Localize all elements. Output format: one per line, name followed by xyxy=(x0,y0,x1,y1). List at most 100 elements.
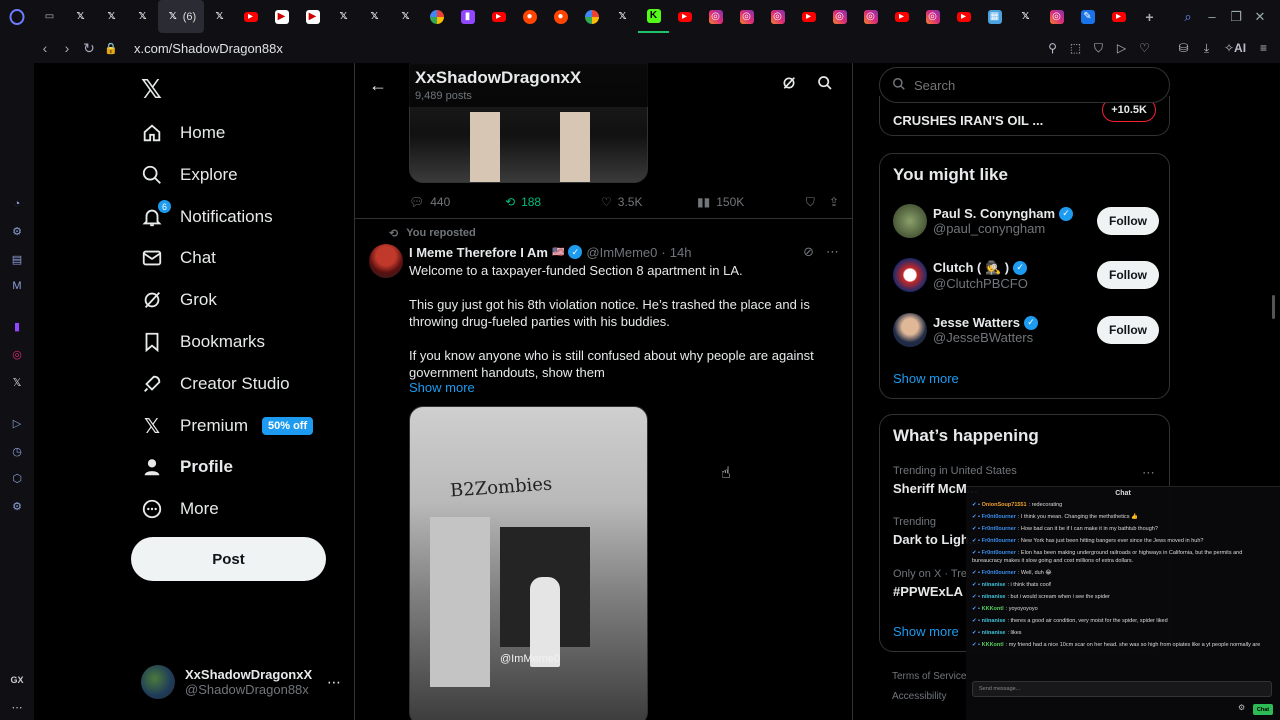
ai-icon[interactable]: ✧AI xyxy=(1221,41,1249,55)
chat-username[interactable]: OnionSoup71551 xyxy=(982,502,1027,508)
back-icon[interactable]: ‹ xyxy=(34,40,56,56)
forward-icon[interactable]: › xyxy=(56,40,78,56)
snapshot-icon[interactable]: ⬚ xyxy=(1067,41,1084,55)
tab-youtube[interactable]: ▸ xyxy=(948,0,979,33)
tab-youtube[interactable]: ▸ xyxy=(483,0,514,33)
nav-home[interactable]: Home xyxy=(140,116,225,150)
pin-icon[interactable]: ⚲ xyxy=(1044,41,1061,55)
tab-kick[interactable]: K xyxy=(638,0,669,33)
tab-x[interactable]: 𝕏 xyxy=(65,0,96,33)
heart-icon[interactable]: ♡ xyxy=(1136,41,1153,55)
maximize-icon[interactable]: ❐ xyxy=(1224,9,1248,25)
tab-gamepad[interactable]: ▭ xyxy=(34,0,65,33)
author-handle[interactable]: @ImMeme0 xyxy=(586,245,657,260)
grok-icon[interactable]: ⊘ xyxy=(803,244,814,260)
tab-instagram[interactable]: ◎ xyxy=(731,0,762,33)
tab-image[interactable]: ▦ xyxy=(979,0,1010,33)
chat-username[interactable]: Fr0nt0ourner xyxy=(982,570,1016,576)
close-icon[interactable]: ✕ xyxy=(1248,9,1272,25)
tab-instagram[interactable]: ◎ xyxy=(1041,0,1072,33)
trend-title[interactable]: CRUSHES IRAN'S OIL ... xyxy=(893,113,1043,128)
show-more-link[interactable]: Show more xyxy=(893,624,959,639)
like-button[interactable]: ♡ 3.5K xyxy=(601,195,697,209)
tab-play[interactable]: ▶ xyxy=(266,0,297,33)
footer-link-terms[interactable]: Terms of Service xyxy=(892,671,966,682)
twitch-icon[interactable]: ▮ xyxy=(9,318,25,334)
history-icon[interactable]: ◷ xyxy=(9,443,25,459)
page-scrollbar[interactable] xyxy=(1272,295,1275,319)
gx-icon[interactable]: GX xyxy=(9,672,25,688)
tab-x[interactable]: 𝕏 xyxy=(390,0,421,33)
tab-google[interactable] xyxy=(576,0,607,33)
views-button[interactable]: ▮▮ 150K xyxy=(697,195,793,209)
chat-username[interactable]: Fr0nt0ourner xyxy=(982,550,1016,556)
chat-username[interactable]: Fr0nt0ourner xyxy=(982,526,1016,532)
tab-youtube[interactable]: ▸ xyxy=(669,0,700,33)
repost-button[interactable]: ⟲ 188 xyxy=(505,195,601,209)
tab-play[interactable]: ▶ xyxy=(297,0,328,33)
notes-icon[interactable]: ▤ xyxy=(9,251,25,267)
show-more-link[interactable]: Show more xyxy=(409,380,475,395)
tab-youtube[interactable]: ▸ xyxy=(1103,0,1134,33)
tab-twitch[interactable]: ▮ xyxy=(452,0,483,33)
search-box[interactable] xyxy=(879,67,1170,103)
x-logo-icon[interactable]: 𝕏 xyxy=(141,74,162,105)
player-icon[interactable]: ▷ xyxy=(9,415,25,431)
settings-icon[interactable]: ⚙ xyxy=(9,498,25,514)
tab-reddit[interactable]: ● xyxy=(514,0,545,33)
trend-title[interactable]: Sheriff McM... xyxy=(893,481,978,496)
nav-profile[interactable]: Profile xyxy=(140,450,233,484)
nav-creator-studio[interactable]: Creator Studio xyxy=(140,367,290,401)
nav-premium[interactable]: 𝕏 Premium 50% off xyxy=(140,409,314,443)
chat-username[interactable]: Fr0nt0ourner xyxy=(982,538,1016,544)
tab-x[interactable]: 𝕏 xyxy=(607,0,638,33)
x-icon[interactable]: 𝕏 xyxy=(9,374,25,390)
tab-youtube[interactable]: ▸ xyxy=(793,0,824,33)
nav-explore[interactable]: Explore xyxy=(140,158,238,192)
tab-x[interactable]: 𝕏 xyxy=(127,0,158,33)
shield-icon[interactable]: ⛉ xyxy=(1090,41,1107,56)
suggested-user[interactable]: Jesse Watters ✓ @JesseBWatters Follow xyxy=(893,312,1159,348)
post-time[interactable]: 14h xyxy=(670,245,692,260)
gear-icon[interactable]: ⚙ xyxy=(1238,703,1245,712)
minimize-icon[interactable]: – xyxy=(1200,9,1224,24)
tab-youtube[interactable]: ▸ xyxy=(235,0,266,33)
menu-icon[interactable]: ≡ xyxy=(1255,41,1272,55)
bookmark-icon[interactable]: ⛉ xyxy=(806,195,815,210)
tab-x[interactable]: 𝕏 xyxy=(359,0,390,33)
nav-chat[interactable]: Chat xyxy=(140,241,216,275)
share-icon[interactable]: ⇪ xyxy=(829,195,839,210)
chat-username[interactable]: niinanise xyxy=(982,582,1006,588)
suggested-user[interactable]: Clutch ( 🕵 ) ✓ @ClutchPBCFO Follow xyxy=(893,257,1159,293)
chat-send-button[interactable]: Chat xyxy=(1253,704,1273,715)
tab-x[interactable]: 𝕏 xyxy=(204,0,235,33)
footer-link-accessibility[interactable]: Accessibility xyxy=(892,691,946,702)
follow-button[interactable]: Follow xyxy=(1097,207,1159,235)
chat-username[interactable]: KKKontl xyxy=(982,642,1004,648)
mail-icon[interactable]: M xyxy=(9,278,25,294)
chat-input[interactable]: Send message... xyxy=(972,681,1272,697)
tab-reddit[interactable]: ● xyxy=(545,0,576,33)
more-dots-icon[interactable]: ⋯ xyxy=(826,244,839,260)
extensions-icon[interactable]: ⬡ xyxy=(9,470,25,486)
suggested-user[interactable]: Paul S. Conyngham ✓ @paul_conyngham Follo… xyxy=(893,203,1159,239)
chat-message-list[interactable]: ✔ ▪ OnionSoup71551: redecorating ✔ ▪ Fr0n… xyxy=(972,501,1272,669)
flow-icon[interactable]: ▷ xyxy=(1113,41,1130,55)
nav-notifications[interactable]: 6 Notifications xyxy=(140,199,273,234)
tab-x[interactable]: 𝕏 xyxy=(1010,0,1041,33)
new-tab-button[interactable]: + xyxy=(1134,0,1165,33)
tab-edit[interactable]: ✎ xyxy=(1072,0,1103,33)
more-icon[interactable]: ⋯ xyxy=(9,699,25,715)
nav-grok[interactable]: Grok xyxy=(140,283,217,317)
tab-instagram[interactable]: ◎ xyxy=(762,0,793,33)
wallet-icon[interactable]: ⛁ xyxy=(1175,41,1192,55)
back-arrow-icon[interactable]: ← xyxy=(369,75,387,96)
account-switcher[interactable]: XxShadowDragonxX @ShadowDragon88x ⋯ xyxy=(141,664,341,700)
tab-instagram[interactable]: ◎ xyxy=(824,0,855,33)
post-button[interactable]: Post xyxy=(131,537,326,581)
tab-instagram[interactable]: ◎ xyxy=(700,0,731,33)
nav-bookmarks[interactable]: Bookmarks xyxy=(140,325,265,359)
bot-icon[interactable]: ⚙ xyxy=(9,223,25,239)
chat-username[interactable]: niinanise xyxy=(982,594,1006,600)
search-input[interactable] xyxy=(914,77,1154,93)
